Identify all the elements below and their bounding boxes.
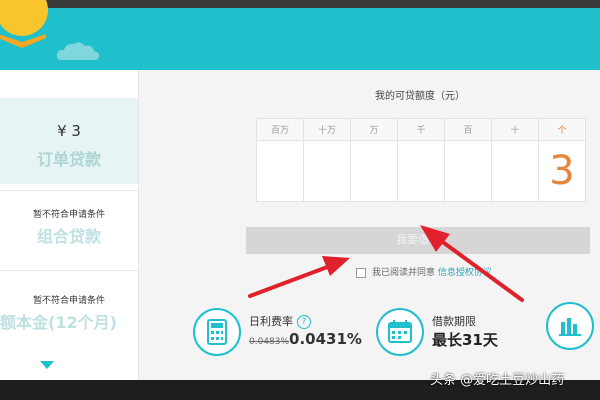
digit-cell <box>397 140 445 202</box>
term-value: 最长31天 <box>432 331 498 349</box>
combo-loan-note: 暂不符合申请条件 <box>32 210 105 220</box>
digit-cell-active: 3 <box>538 140 586 202</box>
new-rate-value: 0.0431% <box>289 330 362 348</box>
digit-cell <box>350 140 398 202</box>
borrow-button[interactable]: 我要借钱 <box>246 227 590 254</box>
rate-label: 日利费率? <box>249 313 311 329</box>
digit-column-header-active: 个 <box>538 118 586 141</box>
scroll-down-icon[interactable] <box>40 361 54 369</box>
digit-column-header: 万 <box>350 118 398 141</box>
top-dark-band <box>0 0 600 8</box>
digit-column-header: 百万 <box>256 118 304 141</box>
digit-column-header: 十 <box>491 118 539 141</box>
rate-label-text: 日利费率 <box>249 315 293 328</box>
installment-loan-title: 额本金(12个月) <box>0 313 117 332</box>
help-icon[interactable]: ? <box>297 315 311 329</box>
agreement-text: 我已阅读并同意 <box>372 268 436 278</box>
cloud-icon <box>56 42 100 60</box>
header-banner <box>0 0 600 70</box>
digit-value-row: 3 <box>256 140 586 202</box>
old-rate-value: 0.0483% <box>249 337 290 347</box>
loan-type-sidebar: ¥ 3 订单贷款 暂不符合申请条件 组合贷款 暂不符合申请条件 额本金(12个月… <box>0 70 139 380</box>
digit-column-header: 百 <box>444 118 492 141</box>
order-loan-title: 订单贷款 <box>36 150 101 169</box>
quota-title: 我的可贷额度（元） <box>375 91 465 102</box>
quota-digit-table: 百万 十万 万 千 百 十 个 3 <box>256 118 586 202</box>
digit-cell <box>256 140 304 202</box>
digit-header-row: 百万 十万 万 千 百 十 个 <box>256 118 586 141</box>
sidebar-item-installment-loan[interactable]: 暂不符合申请条件 额本金(12个月) <box>0 270 138 341</box>
installment-loan-note: 暂不符合申请条件 <box>32 296 105 306</box>
calculator-icon <box>193 308 241 356</box>
agreement-link[interactable]: 信息授权协议 <box>438 268 492 278</box>
sidebar-item-combo-loan[interactable]: 暂不符合申请条件 组合贷款 <box>0 190 138 261</box>
digit-cell <box>444 140 492 202</box>
app-window: ¥ 3 订单贷款 暂不符合申请条件 组合贷款 暂不符合申请条件 额本金(12个月… <box>0 0 600 400</box>
bar-chart-icon <box>546 302 594 350</box>
digit-column-header: 千 <box>397 118 445 141</box>
calendar-icon <box>376 308 424 356</box>
sun-icon <box>0 0 48 48</box>
watermark-text: 头条 @爱吃土豆炒山药 <box>430 373 565 388</box>
rate-value-row: 0.0483%0.0431% <box>249 329 362 348</box>
digit-cell <box>491 140 539 202</box>
combo-loan-title: 组合贷款 <box>36 227 101 246</box>
digit-cell <box>303 140 351 202</box>
sidebar-item-order-loan[interactable]: ¥ 3 订单贷款 <box>0 98 138 184</box>
term-label: 借款期限 <box>432 315 476 328</box>
main-content: ¥ 3 订单贷款 暂不符合申请条件 组合贷款 暂不符合申请条件 额本金(12个月… <box>0 70 600 380</box>
agreement-checkbox[interactable] <box>356 267 366 278</box>
agreement-row: 我已阅读并同意 信息授权协议 <box>356 265 492 278</box>
digit-column-header: 十万 <box>303 118 351 141</box>
order-loan-amount: ¥ 3 <box>57 122 81 140</box>
